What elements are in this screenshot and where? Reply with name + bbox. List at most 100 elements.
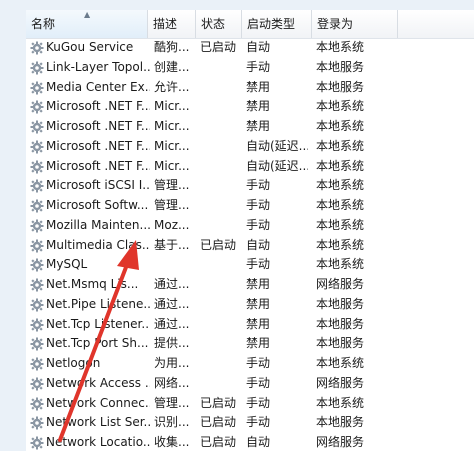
service-row[interactable]: Microsoft .NET F... Micr... 禁用 本地系统 (26, 117, 474, 137)
service-startup-type: 手动 (246, 217, 271, 232)
column-header-status[interactable]: 状态 (196, 10, 242, 38)
column-header-name-label: 名称 (31, 17, 56, 31)
service-description: 识别... (154, 415, 190, 430)
column-header-log-on-as-label: 登录为 (317, 17, 354, 31)
service-row[interactable]: Microsoft Softw... 管理... 手动 本地系统 (26, 196, 474, 216)
column-header-log-on-as[interactable]: 登录为 (312, 10, 398, 38)
service-log-on-as: 本地系统 (316, 217, 365, 232)
service-status (200, 295, 242, 315)
service-name: Network List Ser... (46, 415, 150, 430)
service-name: Microsoft .NET F... (46, 119, 150, 133)
service-status (200, 354, 242, 374)
service-description: Micr... (154, 138, 190, 153)
service-status (200, 58, 242, 78)
service-row[interactable]: Media Center Ex... 允许... 禁用 本地服务 (26, 78, 474, 98)
service-name: Network Locatio... (46, 435, 150, 449)
service-status (200, 255, 242, 275)
service-gear-icon (30, 239, 44, 253)
service-description: Moz... (154, 217, 190, 232)
service-name: Link-Layer Topol... (46, 59, 150, 74)
service-status (200, 334, 242, 354)
service-name: Microsoft .NET F... (46, 158, 150, 173)
service-gear-icon (30, 140, 44, 154)
service-status: 已启动 (200, 237, 237, 252)
service-row[interactable]: Net.Pipe Listene... 通过... 禁用 本地服务 (26, 295, 474, 315)
service-name: Microsoft Softw... (46, 198, 149, 212)
service-description: 酷狗... (154, 40, 190, 54)
service-row[interactable]: Net.Tcp Port Sh... 提供... 禁用 本地服务 (26, 334, 474, 354)
service-gear-icon (30, 100, 44, 114)
service-name: MySQL (46, 257, 88, 272)
column-header-bar: ▲ 名称 描述 状态 启动类型 登录为 (26, 10, 474, 39)
service-row[interactable]: KuGou Service 酷狗... 已启动 自动 本地系统 (26, 38, 474, 58)
service-log-on-as: 本地服务 (316, 296, 365, 311)
service-row[interactable]: Mozilla Mainten... Moz... 手动 本地系统 (26, 216, 474, 236)
service-row[interactable]: Network List Ser... 识别... 已启动 手动 本地服务 (26, 413, 474, 433)
service-name: Media Center Ex... (46, 79, 150, 94)
service-startup-type: 手动 (246, 198, 271, 212)
service-status (200, 315, 242, 335)
service-name: Net.Pipe Listene... (46, 296, 150, 311)
service-gear-icon (30, 179, 44, 193)
service-row[interactable]: Net.Tcp Listener... 通过... 禁用 本地服务 (26, 315, 474, 335)
service-gear-icon (30, 219, 44, 233)
service-startup-type: 手动 (246, 395, 271, 410)
service-status (200, 97, 242, 117)
service-description: 管理... (154, 178, 190, 193)
service-row[interactable]: Network Connec... 管理... 已启动 手动 本地系统 (26, 394, 474, 414)
service-description: Micr... (154, 119, 190, 133)
service-startup-type: 自动(延迟... (246, 158, 308, 173)
service-status (200, 216, 242, 236)
service-name: Network Connec... (46, 395, 150, 410)
service-startup-type: 禁用 (246, 99, 271, 114)
service-row[interactable]: Microsoft iSCSI I... 管理... 手动 本地系统 (26, 176, 474, 196)
service-description: 收集... (154, 435, 190, 449)
service-gear-icon (30, 258, 44, 272)
service-status (200, 117, 242, 137)
service-description: 通过... (154, 277, 190, 291)
service-row[interactable]: MySQL 手动 本地系统 (26, 255, 474, 275)
service-log-on-as: 网络服务 (316, 435, 365, 449)
service-log-on-as: 本地系统 (316, 119, 365, 133)
service-row[interactable]: Microsoft .NET F... Micr... 自动(延迟... 本地系统 (26, 137, 474, 157)
service-startup-type: 禁用 (246, 79, 271, 94)
service-status: 已启动 (200, 40, 237, 54)
column-header-description[interactable]: 描述 (148, 10, 196, 38)
service-name: Microsoft iSCSI I... (46, 178, 150, 193)
column-header-name[interactable]: ▲ 名称 (26, 10, 148, 38)
service-startup-type: 手动 (246, 415, 271, 430)
service-row[interactable]: Microsoft .NET F... Micr... 自动(延迟... 本地系统 (26, 157, 474, 177)
service-gear-icon (30, 41, 44, 55)
service-description: 管理... (154, 395, 190, 410)
service-startup-type: 手动 (246, 178, 271, 193)
service-gear-icon (30, 278, 44, 292)
service-row[interactable]: Net.Msmq Lis... 通过... 禁用 网络服务 (26, 275, 474, 295)
column-header-startup-type-label: 启动类型 (247, 17, 296, 31)
service-gear-icon (30, 357, 44, 371)
service-gear-icon (30, 61, 44, 75)
service-status (200, 137, 242, 157)
service-description (154, 255, 196, 275)
service-startup-type: 禁用 (246, 296, 271, 311)
service-log-on-as: 本地系统 (316, 356, 365, 370)
service-status (200, 78, 242, 98)
service-row[interactable]: Network Access ... 网络... 手动 网络服务 (26, 374, 474, 394)
service-description: Micr... (154, 158, 190, 173)
service-description: 创建... (154, 59, 190, 74)
service-row[interactable]: Multimedia Clas... 基于... 已启动 自动 本地系统 (26, 236, 474, 256)
service-startup-type: 禁用 (246, 336, 271, 351)
service-status: 已启动 (200, 415, 237, 430)
service-row[interactable]: Network Locatio... 收集... 已启动 自动 网络服务 (26, 433, 474, 451)
service-name: KuGou Service (46, 40, 134, 54)
service-row[interactable]: Link-Layer Topol... 创建... 手动 本地服务 (26, 58, 474, 78)
service-log-on-as: 本地系统 (316, 198, 365, 212)
service-log-on-as: 本地系统 (316, 138, 365, 153)
service-log-on-as: 本地系统 (316, 178, 365, 193)
service-gear-icon (30, 318, 44, 332)
service-row[interactable]: Microsoft .NET F... Micr... 禁用 本地系统 (26, 97, 474, 117)
column-header-startup-type[interactable]: 启动类型 (242, 10, 312, 38)
service-name: Net.Tcp Port Sh... (46, 336, 149, 351)
service-startup-type: 禁用 (246, 277, 271, 291)
service-row[interactable]: Netlogon 为用... 手动 本地系统 (26, 354, 474, 374)
service-name: Network Access ... (46, 375, 150, 390)
